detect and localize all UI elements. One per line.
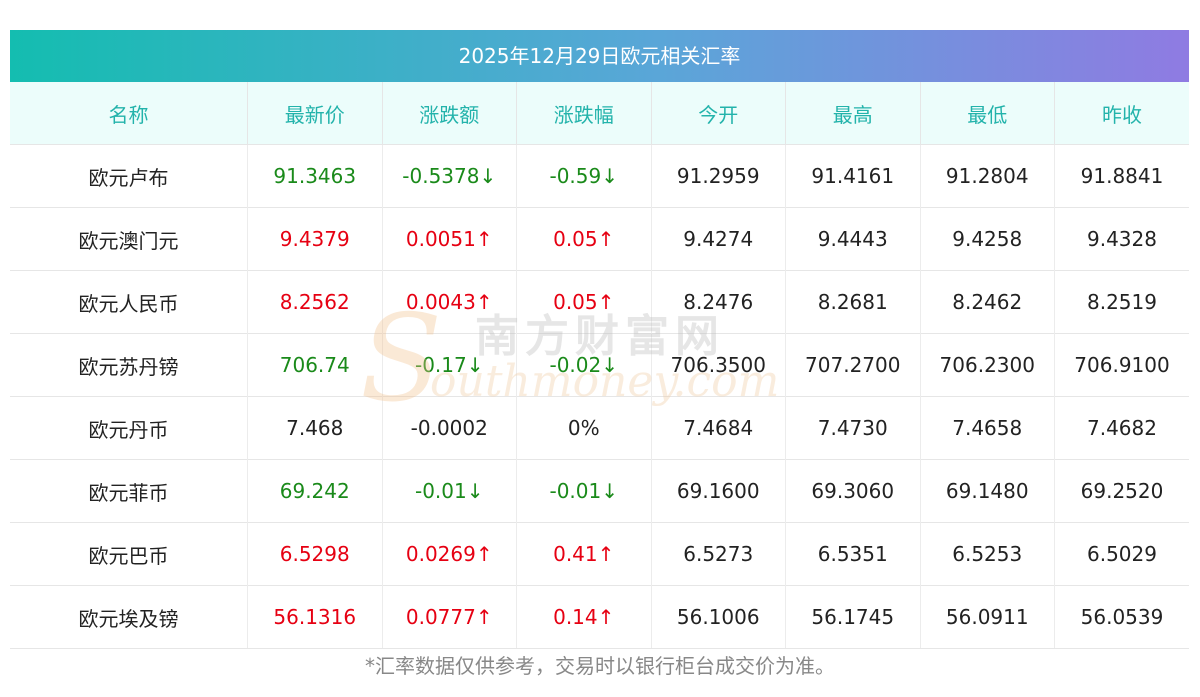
cell-prev: 8.2519 <box>1054 270 1189 334</box>
cell-change: -0.17↓ <box>382 333 517 397</box>
cell-high: 8.2681 <box>785 270 921 334</box>
column-header-low: 最低 <box>920 82 1055 145</box>
rate-card: 2025年12月29日欧元相关汇率 名称 最新价 涨跌额 涨跌幅 今开 最高 最… <box>10 30 1189 649</box>
cell-prev: 706.9100 <box>1054 333 1189 397</box>
cell-prev: 6.5029 <box>1054 522 1189 586</box>
cell-high: 707.2700 <box>785 333 921 397</box>
column-header-prev: 昨收 <box>1102 102 1142 127</box>
cell-low: 7.4658 <box>920 396 1055 460</box>
cell-open: 91.2959 <box>651 144 786 208</box>
table-row: 欧元澳门元 9.4379 0.0051↑ 0.05↑ 9.4274 9.4443 9.425… <box>10 207 1189 271</box>
cell-open: 706.3500 <box>651 333 786 397</box>
cell-change: 0.0269↑ <box>382 522 517 586</box>
cell-name: 欧元苏丹镑 <box>10 333 248 397</box>
cell-high: 9.4443 <box>785 207 921 271</box>
cell-prev: 69.2520 <box>1054 459 1189 523</box>
column-header-open: 今开 <box>651 82 786 145</box>
cell-prev: 91.8841 <box>1054 144 1189 208</box>
table-row: 欧元埃及镑 56.1316 0.0777↑ 0.14↑ 56.1006 56.1745 56… <box>10 585 1189 649</box>
cell-pct: -0.01↓ <box>516 459 652 523</box>
cell-open: 7.4684 <box>651 396 786 460</box>
cell-low: 8.2462 <box>920 270 1055 334</box>
cell-high: 91.4161 <box>785 144 921 208</box>
cell-change: 0.0777↑ <box>382 585 517 649</box>
table-row: 欧元人民币 8.2562 0.0043↑ 0.05↑ 8.2476 8.2681 8.246… <box>10 270 1189 334</box>
cell-change: -0.01↓ <box>382 459 517 523</box>
cell-low: 9.4258 <box>920 207 1055 271</box>
cell-low: 6.5253 <box>920 522 1055 586</box>
footer-note: *汇率数据仅供参考，交易时以银行柜台成交价为准。 <box>365 654 835 678</box>
column-header-high: 最高 <box>785 82 921 145</box>
cell-name: 欧元菲币 <box>10 459 248 523</box>
page-title: 2025年12月29日欧元相关汇率 <box>10 30 1189 82</box>
column-header-name: 名称 <box>10 82 248 145</box>
cell-name: 欧元丹币 <box>10 396 248 460</box>
column-header-pct: 涨跌幅 <box>516 82 652 145</box>
cell-high: 56.1745 <box>785 585 921 649</box>
cell-latest: 91.3463 <box>247 144 383 208</box>
table-row: 欧元巴币 6.5298 0.0269↑ 0.41↑ 6.5273 6.5351 6.5253… <box>10 522 1189 586</box>
cell-name: 欧元巴币 <box>10 522 248 586</box>
cell-prev: 7.4682 <box>1054 396 1189 460</box>
cell-pct: -0.02↓ <box>516 333 652 397</box>
cell-latest: 9.4379 <box>247 207 383 271</box>
cell-name: 欧元卢布 <box>10 144 248 208</box>
cell-name: 欧元澳门元 <box>10 207 248 271</box>
cell-high: 6.5351 <box>785 522 921 586</box>
cell-low: 56.0911 <box>920 585 1055 649</box>
cell-latest: 6.5298 <box>247 522 383 586</box>
cell-high: 7.4730 <box>785 396 921 460</box>
cell-latest: 56.1316 <box>247 585 383 649</box>
cell-change: 0.0043↑ <box>382 270 517 334</box>
cell-name: 欧元埃及镑 <box>10 585 248 649</box>
cell-pct: 0.14↑ <box>516 585 652 649</box>
cell-high: 69.3060 <box>785 459 921 523</box>
cell-low: 706.2300 <box>920 333 1055 397</box>
cell-change: -0.5378↓ <box>382 144 517 208</box>
table-header-row: 名称 最新价 涨跌额 涨跌幅 今开 最高 最低 昨收 <box>10 82 1189 145</box>
cell-change: 0.0051↑ <box>382 207 517 271</box>
cell-name: 欧元人民币 <box>10 270 248 334</box>
table-row: 欧元丹币 7.468 -0.0002 0% 7.4684 7.4730 7.4658 7.46… <box>10 396 1189 460</box>
cell-prev: 9.4328 <box>1054 207 1189 271</box>
cell-prev: 56.0539 <box>1054 585 1189 649</box>
rate-table: 名称 最新价 涨跌额 涨跌幅 今开 最高 最低 昨收 欧元卢布 91.3463 -0… <box>10 82 1189 649</box>
cell-pct: 0.41↑ <box>516 522 652 586</box>
cell-latest: 8.2562 <box>247 270 383 334</box>
table-row: 欧元卢布 91.3463 -0.5378↓ -0.59↓ 91.2959 91.4161 9… <box>10 144 1189 208</box>
column-header-change: 涨跌额 <box>382 82 517 145</box>
cell-latest: 69.242 <box>247 459 383 523</box>
cell-low: 69.1480 <box>920 459 1055 523</box>
column-header-latest: 最新价 <box>247 82 383 145</box>
cell-open: 6.5273 <box>651 522 786 586</box>
table-row: 欧元菲币 69.242 -0.01↓ -0.01↓ 69.1600 69.3060 69.1… <box>10 459 1189 523</box>
cell-pct: 0% <box>516 396 652 460</box>
cell-open: 69.1600 <box>651 459 786 523</box>
cell-pct: 0.05↑ <box>516 207 652 271</box>
cell-pct: -0.59↓ <box>516 144 652 208</box>
cell-change: -0.0002 <box>382 396 517 460</box>
cell-open: 9.4274 <box>651 207 786 271</box>
cell-pct: 0.05↑ <box>516 270 652 334</box>
cell-open: 8.2476 <box>651 270 786 334</box>
cell-open: 56.1006 <box>651 585 786 649</box>
cell-latest: 706.74 <box>247 333 383 397</box>
cell-low: 91.2804 <box>920 144 1055 208</box>
cell-latest: 7.468 <box>247 396 383 460</box>
table-row: 欧元苏丹镑 706.74 -0.17↓ -0.02↓ 706.3500 707.2700 7… <box>10 333 1189 397</box>
